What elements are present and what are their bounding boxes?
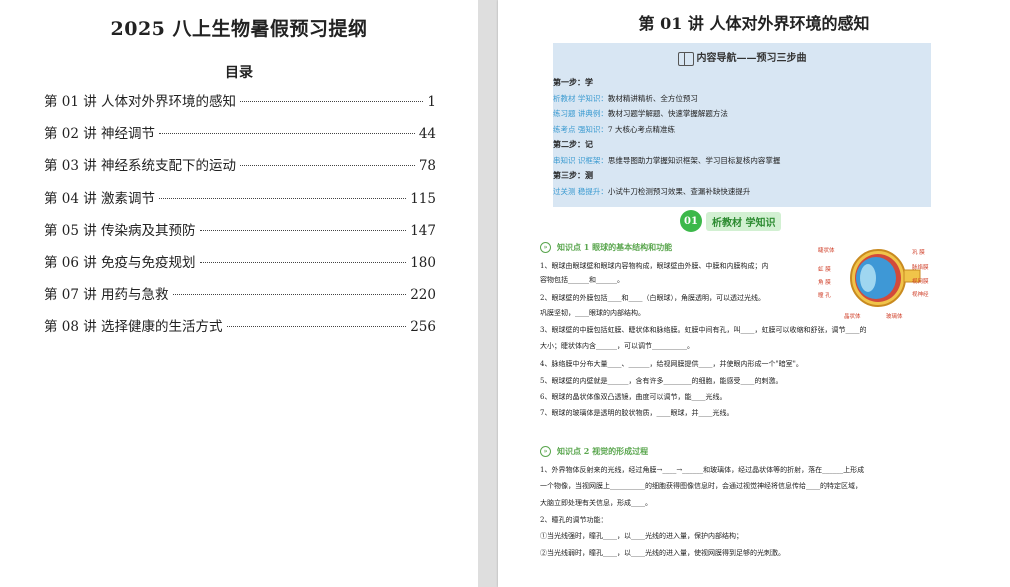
eye-label: 虹 膜	[818, 267, 831, 273]
eye-label: 脉络膜	[912, 265, 929, 271]
toc-item-page: 256	[410, 319, 436, 336]
toc-leader	[172, 294, 407, 296]
toc-item-label: 第 04 讲 激素调节	[44, 190, 156, 207]
toc-item-label: 第 02 讲 神经调节	[44, 126, 156, 143]
toc-item[interactable]: 第 02 讲 神经调节 44	[44, 122, 436, 154]
eye-label: 角 膜	[818, 280, 831, 286]
toc-item-page: 44	[418, 126, 436, 143]
section-number-badge: 01	[680, 210, 702, 232]
document-title: 2025 八上生物暑假预习提纲	[110, 18, 368, 40]
knowledge-point-heading: » 知识点 2 视觉的形成过程	[540, 446, 648, 457]
eyeball-diagram: 睫状体 虹 膜 角 膜 瞳 孔 巩 膜 脉络膜 视网膜 视神经 晶状体 玻璃体	[818, 240, 938, 320]
toc-item-label: 第 03 讲 神经系统支配下的运动	[44, 158, 237, 175]
toc-item-label: 第 07 讲 用药与急救	[44, 287, 169, 304]
nav-tag: 练习题 讲典例：	[553, 109, 608, 118]
toc-leader	[159, 197, 407, 199]
nav-tag: 过关测 稳提升：	[553, 186, 608, 196]
toc-item[interactable]: 第 06 讲 免疫与免疫规划 180	[44, 251, 436, 283]
question-line: 巩膜坚韧，____眼球的内部结构。	[540, 309, 645, 317]
toc-item[interactable]: 第 04 讲 激素调节 115	[44, 187, 436, 219]
nav-tag: 串知识 识框架：	[553, 155, 608, 165]
question-line: 6、眼球的晶状体像双凸透镜，曲度可以调节，能____光线。	[540, 393, 727, 401]
question-line: 2、瞳孔的调节功能：	[540, 516, 608, 524]
nav-line: 析教材 学知识：教材精讲精析、全方位预习	[553, 91, 931, 107]
toc-item[interactable]: 第 08 讲 选择健康的生活方式 256	[44, 315, 436, 347]
toc-item-page: 220	[410, 287, 436, 304]
content-navigation-box: 内容导航——预习三步曲 第一步：学 析教材 学知识：教材精讲精析、全方位预习 练…	[553, 43, 931, 207]
toc-leader	[199, 229, 407, 231]
nav-line: 练习题 讲典例：教材习题学解题、快速掌握解题方法	[553, 106, 931, 122]
question-line: 4、脉络膜中分布大量____、______，给视网膜提供____，并使眼内形成一…	[540, 360, 803, 368]
toc-item[interactable]: 第 01 讲 人体对外界环境的感知 1	[44, 90, 436, 122]
toc-item-page: 78	[418, 158, 436, 175]
question-line: ②当光线弱时，瞳孔____，以____光线的进入量，使视网膜得到足够的光刺激。	[540, 549, 785, 557]
toc-leader	[240, 165, 415, 167]
step-heading: 第二步：记	[553, 139, 593, 149]
question-line: 大小；睫状体内含______，可以调节__________。	[540, 342, 694, 350]
nav-line: 练考点 强知识：7 大核心考点精准练	[553, 122, 931, 138]
question-line: 1、外界物体反射来的光线，经过角膜→____→______和玻璃体，经过晶状体等…	[540, 466, 865, 474]
nav-lines: 第一步：学 析教材 学知识：教材精讲精析、全方位预习 练习题 讲典例：教材习题学…	[553, 75, 931, 199]
left-page: 2025 八上生物暑假预习提纲 目录 第 01 讲 人体对外界环境的感知 1 第 …	[0, 0, 478, 587]
toc-item-label: 第 08 讲 选择健康的生活方式	[44, 319, 223, 336]
knowledge-point-heading: » 知识点 1 眼球的基本结构和功能	[540, 242, 672, 253]
toc-item-label: 第 01 讲 人体对外界环境的感知	[44, 94, 237, 110]
nav-line: 串知识 识框架：思维导图助力掌握知识框架、学习目标复核内容掌握	[553, 153, 931, 169]
question-line: 7、眼球的玻璃体是透明的胶状物质，____眼球，并____光线。	[540, 409, 734, 417]
toc-leader	[159, 133, 415, 135]
eye-label: 玻璃体	[886, 314, 903, 320]
toc-list: 第 01 讲 人体对外界环境的感知 1 第 02 讲 神经调节 44 第 03 讲 …	[44, 90, 436, 348]
double-chevron-icon: »	[540, 242, 551, 253]
question-line: 容物包括______和______。	[540, 276, 624, 284]
nav-tag: 练考点 强知识：	[553, 124, 608, 134]
question-line: 一个物像，当视网膜上__________的细胞获得图像信息时，会通过视觉神经将信…	[540, 482, 862, 490]
nav-text: 思维导图助力掌握知识框架、学习目标复核内容掌握	[607, 155, 781, 165]
right-page: 第 01 讲 人体对外界环境的感知 内容导航——预习三步曲 第一步：学 析教材 …	[498, 0, 1010, 587]
toc-item[interactable]: 第 03 讲 神经系统支配下的运动 78	[44, 154, 436, 186]
question-line: ①当光线强时，瞳孔____，以____光线的进入量，保护内部结构；	[540, 532, 743, 540]
toc-item[interactable]: 第 05 讲 传染病及其预防 147	[44, 219, 436, 251]
toc-item[interactable]: 第 07 讲 用药与急救 220	[44, 283, 436, 315]
nav-text: 教材习题学解题、快速掌握解题方法	[607, 109, 728, 118]
toc-heading: 目录	[225, 65, 253, 81]
eye-label: 瞳 孔	[818, 293, 831, 299]
nav-heading: 内容导航——预习三步曲	[553, 49, 931, 66]
nav-heading-text: 内容导航——预习三步曲	[696, 53, 807, 64]
section-banner: 01 析教材 学知识	[680, 210, 782, 232]
section-label: 析教材 学知识	[706, 211, 782, 231]
book-icon	[677, 51, 694, 66]
toc-item-page: 115	[410, 190, 436, 207]
nav-tag: 析教材 学知识：	[553, 93, 608, 103]
nav-text: 7 大核心考点精准练	[607, 124, 676, 134]
eye-label: 晶状体	[844, 314, 861, 320]
eye-label: 视网膜	[912, 279, 929, 285]
page-gutter	[478, 0, 498, 587]
kp-text: 知识点 2 视觉的形成过程	[557, 446, 649, 456]
kp-text: 知识点 1 眼球的基本结构和功能	[557, 242, 673, 252]
question-line: 2、眼球壁的外膜包括____和____（白眼球），角膜透明，可以透过光线。	[540, 294, 765, 302]
eye-label: 视神经	[912, 292, 929, 298]
eye-label: 睫状体	[818, 248, 835, 254]
toc-leader	[240, 101, 424, 102]
question-line: 3、眼球壁的中膜包括虹膜、睫状体和脉络膜。虹膜中间有孔，叫____，虹膜可以收缩…	[540, 326, 867, 334]
question-line: 1、眼球由眼球壁和眼球内容物构成，眼球壁由外膜、中膜和内膜构成；内	[540, 262, 769, 270]
question-line: 大脑立即处理有关信息，形成____。	[540, 499, 652, 507]
eye-label: 巩 膜	[912, 250, 925, 256]
lesson-title: 第 01 讲 人体对外界环境的感知	[638, 14, 870, 33]
toc-item-label: 第 06 讲 免疫与免疫规划	[44, 254, 196, 271]
question-line: 5、眼球壁的内壁就是______，含有许多________的细胞，能感受____…	[540, 377, 783, 385]
nav-text: 教材精讲精析、全方位预习	[607, 93, 698, 103]
nav-line: 过关测 稳提升：小试牛刀检测预习效果、查漏补缺快速提升	[553, 184, 931, 200]
toc-item-page: 147	[410, 222, 436, 239]
toc-item-label: 第 05 讲 传染病及其预防	[44, 222, 196, 239]
toc-leader	[226, 326, 407, 328]
toc-leader	[199, 261, 407, 263]
toc-item-page: 1	[427, 94, 436, 110]
nav-text: 小试牛刀检测预习效果、查漏补缺快速提升	[607, 186, 751, 196]
step-heading: 第三步：测	[553, 170, 593, 180]
toc-item-page: 180	[410, 254, 436, 271]
step-heading: 第一步：学	[553, 77, 593, 87]
double-chevron-icon: »	[540, 446, 551, 457]
